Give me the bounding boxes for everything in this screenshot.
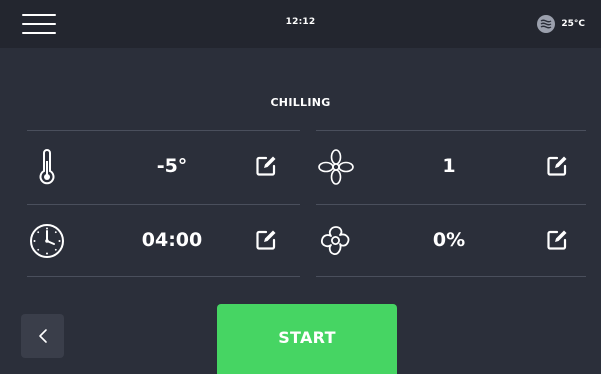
edit-icon [256,156,276,176]
chevron-left-icon [38,329,47,343]
clock-icon [27,221,67,261]
temperature-setting: -5° [27,131,300,203]
edit-icon [547,230,567,250]
mode-title: CHILLING [270,96,331,109]
fan-speed-value: 1 [442,155,456,177]
edit-time-button[interactable] [255,229,281,255]
flower-icon [316,221,356,261]
time-setting: 04:00 [27,205,300,277]
edit-fan-speed-button[interactable] [546,155,572,181]
time-value: 04:00 [141,229,203,251]
clock-time: 12:12 [285,17,316,27]
waves-icon [537,15,556,33]
humidity-setting: 0% [316,205,586,277]
edit-temperature-button[interactable] [255,155,281,181]
chiller-screen: 12:12 25°C CHILLING -5° 1 04:00 0% START [0,0,601,374]
edit-humidity-button[interactable] [546,229,572,255]
ambient-temperature-value: 25°C [561,19,585,29]
fan-speed-setting: 1 [316,131,586,203]
ambient-temperature-indicator: 25°C [537,14,585,34]
back-button[interactable] [21,314,64,358]
edit-icon [256,230,276,250]
humidity-value: 0% [432,229,466,251]
thermometer-icon [27,147,67,187]
temperature-value: -5° [156,155,188,177]
start-button-label: START [278,328,336,347]
start-button[interactable]: START [217,304,397,374]
edit-icon [547,156,567,176]
status-bar: 12:12 25°C [0,0,601,48]
fan-icon [316,147,356,187]
